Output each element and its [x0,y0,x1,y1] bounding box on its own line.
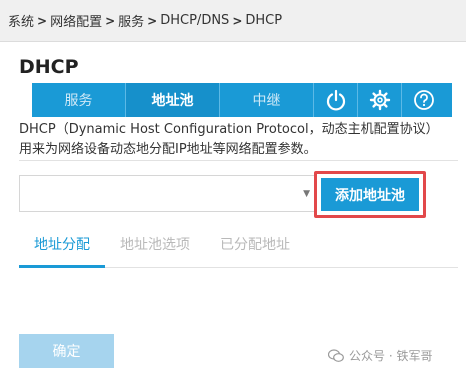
watermark-text: 公众号 · 铁军哥 [349,349,433,363]
breadcrumb-separator: > [232,13,243,28]
subtab-pool-options[interactable]: 地址池选项 [120,234,190,254]
active-tab-indicator [19,265,105,268]
settings-button[interactable] [358,83,402,117]
breadcrumb-item-dhcp: DHCP [245,13,283,28]
page-description: DHCP（Dynamic Host Configuration Protocol… [19,122,439,157]
breadcrumb: 系统 > 网络配置 > 服务 > DHCP/DNS > DHCP [0,0,466,42]
tab-relay[interactable]: 中继 [220,83,314,117]
breadcrumb-separator: > [37,13,48,28]
main-tab-bar: 服务 地址池 中继 [32,83,452,117]
gear-icon [369,89,390,111]
confirm-button[interactable]: 确定 [19,334,114,368]
breadcrumb-item-system[interactable]: 系统 [8,11,34,30]
help-icon [414,90,434,110]
breadcrumb-item-network-config[interactable]: 网络配置 [50,11,102,30]
highlight-box: 添加地址池 [314,171,426,218]
tab-service[interactable]: 服务 [32,83,126,117]
chat-bubble-icon [328,348,344,362]
page-title: DHCP [19,56,79,78]
address-pool-select[interactable]: ▼ [19,175,315,212]
breadcrumb-item-dhcp-dns[interactable]: DHCP/DNS [160,13,229,28]
chevron-down-icon: ▼ [303,189,310,199]
divider [19,160,458,161]
breadcrumb-item-service[interactable]: 服务 [118,11,144,30]
power-button[interactable] [314,83,358,117]
tab-address-pool[interactable]: 地址池 [126,83,220,117]
help-button[interactable] [402,83,446,117]
subtab-allocated-addresses[interactable]: 已分配地址 [220,234,290,254]
breadcrumb-separator: > [105,13,116,28]
sub-tab-bar: 地址分配 地址池选项 已分配地址 [19,228,458,268]
add-address-pool-button[interactable]: 添加地址池 [321,178,419,211]
watermark: 公众号 · 铁军哥 [328,347,432,364]
breadcrumb-separator: > [147,13,158,28]
power-icon [326,89,345,111]
subtab-address-allocation[interactable]: 地址分配 [34,234,90,254]
